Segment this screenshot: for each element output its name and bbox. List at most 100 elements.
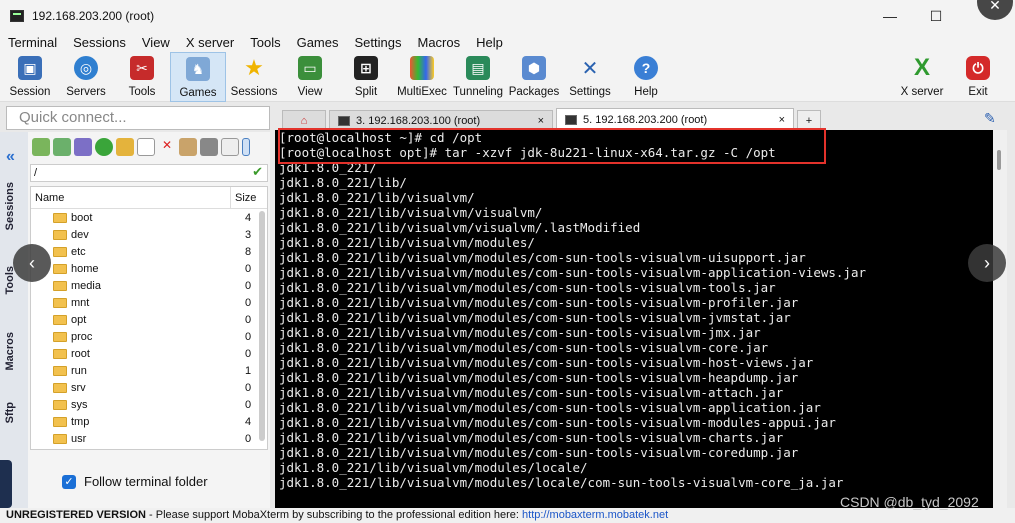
scrollbar-thumb[interactable] bbox=[997, 150, 1001, 170]
terminal-icon bbox=[338, 115, 350, 126]
terminal-line: jdk1.8.0_221/lib/visualvm/modules/com-su… bbox=[279, 325, 761, 340]
follow-terminal-folder-checkbox[interactable]: ✓ Follow terminal folder bbox=[62, 474, 208, 489]
refresh-icon[interactable] bbox=[95, 138, 113, 156]
menu-xserver[interactable]: X server bbox=[178, 35, 242, 50]
new-tab-button[interactable]: + bbox=[797, 110, 821, 130]
overflow-icon[interactable] bbox=[242, 138, 250, 156]
home-tab[interactable]: ⌂ bbox=[282, 110, 326, 130]
terminal-line: jdk1.8.0_221/lib/visualvm/modules/com-su… bbox=[279, 280, 776, 295]
menu-settings[interactable]: Settings bbox=[347, 35, 410, 50]
folder-icon bbox=[53, 280, 67, 291]
checkbox-checked-icon[interactable]: ✓ bbox=[62, 474, 76, 489]
file-row[interactable]: etc 8 bbox=[31, 243, 267, 260]
terminal-line: jdk1.8.0_221/lib/ bbox=[279, 175, 407, 190]
file-row[interactable]: run 1 bbox=[31, 362, 267, 379]
tab-session-5[interactable]: 5. 192.168.203.200 (root) × bbox=[556, 108, 794, 130]
close-tab-icon[interactable]: × bbox=[538, 115, 544, 127]
folder-icon bbox=[53, 433, 67, 444]
settings-button[interactable]: ✕ Settings bbox=[562, 52, 618, 102]
edit-icon[interactable] bbox=[221, 138, 239, 156]
file-row[interactable]: srv 0 bbox=[31, 379, 267, 396]
sftp-file-list: Name Size boot 4 dev 3 etc 8 home 0 media 0 m… bbox=[30, 186, 268, 450]
macros-side-tab[interactable]: Macros bbox=[4, 332, 16, 371]
file-row[interactable]: mnt 0 bbox=[31, 294, 267, 311]
file-row[interactable]: boot 4 bbox=[31, 209, 267, 226]
folder-icon bbox=[53, 297, 67, 308]
terminal-line: jdk1.8.0_221/lib/visualvm/modules/com-su… bbox=[279, 265, 866, 280]
previous-image-button[interactable]: ‹ bbox=[13, 244, 51, 282]
csdn-watermark: CSDN @db_tyd_2092 bbox=[840, 494, 979, 510]
xserver-button[interactable]: X X server bbox=[894, 52, 950, 102]
file-row[interactable]: usr 0 bbox=[31, 430, 267, 447]
tools-icon: ✂ bbox=[130, 56, 154, 80]
file-row[interactable]: opt 0 bbox=[31, 311, 267, 328]
sessions-button[interactable]: ★ Sessions bbox=[226, 52, 282, 102]
size-column-header[interactable]: Size bbox=[231, 192, 256, 204]
menu-games[interactable]: Games bbox=[289, 35, 347, 50]
download-icon[interactable] bbox=[53, 138, 71, 156]
tools-button[interactable]: ✂ Tools bbox=[114, 52, 170, 102]
file-row[interactable]: dev 3 bbox=[31, 226, 267, 243]
quick-connect-input[interactable]: Quick connect... bbox=[6, 106, 270, 130]
menu-tools[interactable]: Tools bbox=[242, 35, 288, 50]
collapse-chevron-icon[interactable]: « bbox=[6, 148, 15, 166]
session-button[interactable]: ▣ Session bbox=[2, 52, 58, 102]
mobatek-link[interactable]: http://mobaxterm.mobatek.net bbox=[522, 509, 668, 521]
tunneling-icon: ▤ bbox=[466, 56, 490, 80]
minimize-button[interactable]: — bbox=[867, 0, 913, 32]
file-row[interactable]: sys 0 bbox=[31, 396, 267, 413]
file-row[interactable]: proc 0 bbox=[31, 328, 267, 345]
checkmark-icon[interactable]: ✔ bbox=[252, 164, 263, 180]
terminal-line: jdk1.8.0_221/lib/visualvm/modules/com-su… bbox=[279, 355, 814, 370]
delete-icon[interactable]: ✕ bbox=[158, 138, 176, 156]
session-tabs: ⌂ 3. 192.168.203.100 (root) × 5. 192.168… bbox=[282, 106, 824, 130]
wand-icon[interactable] bbox=[179, 138, 197, 156]
file-row[interactable]: tmp 4 bbox=[31, 413, 267, 430]
close-tab-icon[interactable]: × bbox=[779, 114, 785, 126]
paperclip-icon[interactable]: ✎ bbox=[984, 110, 1002, 126]
file-row[interactable]: media 0 bbox=[31, 277, 267, 294]
exit-button[interactable]: ⏻ Exit bbox=[950, 52, 1006, 102]
file-row[interactable]: root 0 bbox=[31, 345, 267, 362]
terminal-line: jdk1.8.0_221/lib/visualvm/visualvm/ bbox=[279, 205, 543, 220]
servers-button[interactable]: ◎ Servers bbox=[58, 52, 114, 102]
new-folder-icon[interactable] bbox=[116, 138, 134, 156]
file-list-scrollbar[interactable] bbox=[259, 211, 265, 441]
terminal-output[interactable]: [root@localhost ~]# cd /opt [root@localh… bbox=[275, 130, 993, 508]
menu-help[interactable]: Help bbox=[468, 35, 511, 50]
multiexec-button[interactable]: MultiExec bbox=[394, 52, 450, 102]
view-button[interactable]: ▭ View bbox=[282, 52, 338, 102]
games-button[interactable]: ♞ Games bbox=[170, 52, 226, 102]
terminal-line: jdk1.8.0_221/lib/visualvm/modules/locale… bbox=[279, 475, 844, 490]
title-bar: 192.168.203.200 (root) — ☐ ✕ bbox=[0, 0, 1015, 32]
help-button[interactable]: ? Help bbox=[618, 52, 674, 102]
file-list-header: Name Size bbox=[31, 186, 267, 209]
split-button[interactable]: ⊞ Split bbox=[338, 52, 394, 102]
terminal-line: jdk1.8.0_221/lib/visualvm/modules/com-su… bbox=[279, 340, 769, 355]
terminal-icon[interactable] bbox=[200, 138, 218, 156]
menu-sessions[interactable]: Sessions bbox=[65, 35, 134, 50]
terminal-scrollbar[interactable] bbox=[993, 130, 1007, 508]
sftp-side-tab[interactable]: Sftp bbox=[4, 402, 16, 423]
sessions-side-tab[interactable]: Sessions bbox=[4, 182, 16, 230]
menu-terminal[interactable]: Terminal bbox=[0, 35, 65, 50]
tunneling-button[interactable]: ▤ Tunneling bbox=[450, 52, 506, 102]
sftp-toolbar: ✕ bbox=[28, 138, 270, 160]
games-icon: ♞ bbox=[186, 57, 210, 81]
name-column-header[interactable]: Name bbox=[31, 186, 231, 209]
settings-icon: ✕ bbox=[581, 57, 599, 80]
menu-macros[interactable]: Macros bbox=[409, 35, 468, 50]
next-image-button[interactable]: › bbox=[968, 244, 1006, 282]
sftp-path-input[interactable]: / ✔ bbox=[30, 164, 268, 182]
upload-icon[interactable] bbox=[74, 138, 92, 156]
new-file-icon[interactable] bbox=[137, 138, 155, 156]
up-folder-icon[interactable] bbox=[32, 138, 50, 156]
side-strip: « Sessions Tools Macros Sftp bbox=[0, 132, 28, 508]
tab-session-3[interactable]: 3. 192.168.203.100 (root) × bbox=[329, 110, 553, 130]
menu-view[interactable]: View bbox=[134, 35, 178, 50]
maximize-button[interactable]: ☐ bbox=[913, 0, 959, 32]
packages-button[interactable]: ⬢ Packages bbox=[506, 52, 562, 102]
folder-icon bbox=[53, 382, 67, 393]
servers-icon: ◎ bbox=[74, 56, 98, 80]
file-row[interactable]: home 0 bbox=[31, 260, 267, 277]
